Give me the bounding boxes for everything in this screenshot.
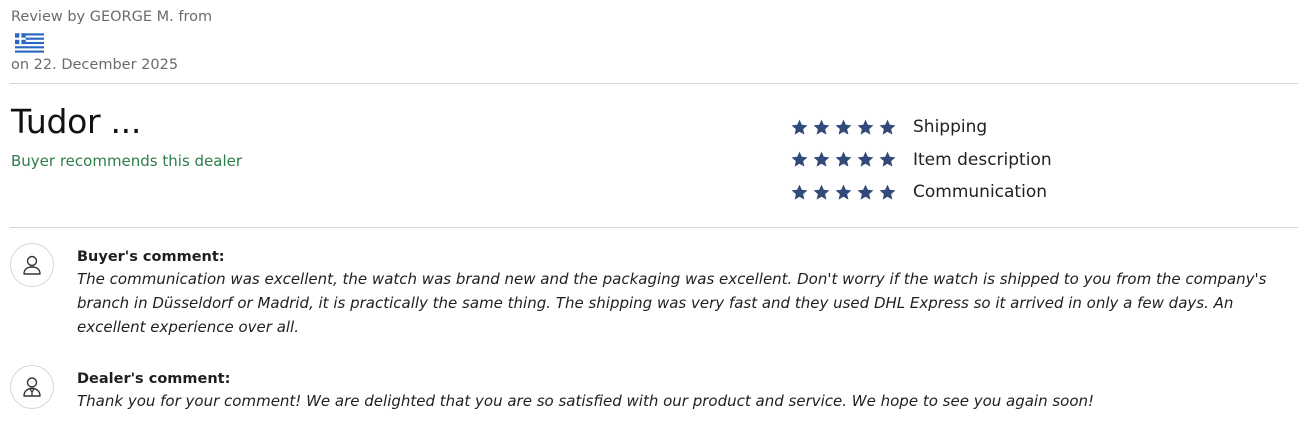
ratings-list: Shipping Item description Communication (790, 111, 1052, 209)
star-rating (790, 150, 897, 169)
buyer-comment-text: The communication was excellent, the wat… (77, 270, 1267, 336)
dealer-comment-text: Thank you for your comment! We are delig… (77, 392, 1095, 410)
star-icon (857, 184, 874, 200)
star-icon (835, 119, 852, 135)
rating-label: Item description (913, 149, 1052, 170)
rating-label: Shipping (913, 117, 988, 138)
star-rating (790, 183, 897, 202)
star-icon (791, 119, 808, 135)
buyer-avatar (10, 243, 54, 287)
rating-label: Communication (913, 182, 1047, 203)
content-divider (10, 227, 1298, 228)
star-icon (813, 184, 830, 200)
rating-row: Communication (790, 176, 1052, 209)
star-icon (791, 184, 808, 200)
reviewer-line: Review by GEORGE M. from (11, 9, 213, 25)
star-icon (879, 184, 896, 200)
dealer-avatar (10, 365, 54, 409)
star-icon (813, 119, 830, 135)
review-date: on 22. December 2025 (11, 57, 179, 73)
star-icon (879, 151, 896, 167)
star-icon (813, 151, 830, 167)
star-rating (790, 118, 897, 137)
star-icon (835, 151, 852, 167)
star-icon (791, 151, 808, 167)
dealer-comment-title: Dealer's comment: (77, 371, 231, 387)
star-icon (857, 119, 874, 135)
review-title: Tudor ... (11, 102, 142, 141)
star-icon (879, 119, 896, 135)
user-icon (23, 255, 41, 275)
header-divider (10, 83, 1298, 84)
greece-flag-icon (15, 33, 44, 53)
dealer-icon (23, 377, 41, 397)
star-icon (835, 184, 852, 200)
rating-row: Item description (790, 144, 1052, 177)
rating-row: Shipping (790, 111, 1052, 144)
star-icon (857, 151, 874, 167)
buyer-comment-title: Buyer's comment: (77, 249, 225, 265)
recommendation-text: Buyer recommends this dealer (11, 152, 243, 170)
